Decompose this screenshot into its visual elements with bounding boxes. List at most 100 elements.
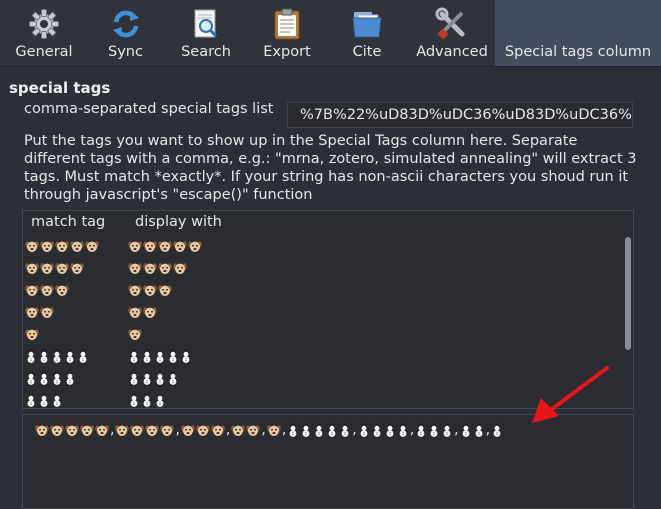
dog-face-icon xyxy=(25,306,39,318)
snowman-icon xyxy=(156,349,164,363)
snowman-icon xyxy=(27,349,35,363)
snowman-icon xyxy=(79,349,87,363)
snowman-icon xyxy=(130,349,138,363)
snowman-icon xyxy=(328,423,336,437)
dog-face-icon xyxy=(267,424,281,436)
tab-advanced-label: Advanced xyxy=(416,44,488,60)
snowman-icon xyxy=(417,423,425,437)
comma-separator: , xyxy=(352,422,357,438)
comma-separator: , xyxy=(175,422,180,438)
dog-face-icon xyxy=(25,284,39,296)
comma-separator: , xyxy=(261,422,266,438)
dog-face-icon xyxy=(143,262,157,274)
dog-face-icon xyxy=(55,284,69,296)
snowman-icon xyxy=(341,423,349,437)
folder-icon xyxy=(352,12,382,38)
match-tag-cell xyxy=(25,257,85,279)
match-tag-cell xyxy=(25,389,64,408)
snowman-icon xyxy=(289,423,297,437)
display-with-cell xyxy=(128,367,180,389)
table-row[interactable] xyxy=(23,345,621,367)
dog-face-icon xyxy=(55,240,69,252)
dog-face-icon xyxy=(160,424,175,436)
display-with-cell xyxy=(128,389,167,408)
table-scrollbar[interactable] xyxy=(625,237,631,350)
tab-export[interactable]: Export xyxy=(249,0,325,66)
match-tag-cell xyxy=(25,301,55,323)
special-tags-output[interactable]: ,,,,,,,,, xyxy=(22,414,634,509)
snowman-icon xyxy=(143,393,151,407)
dog-face-icon xyxy=(143,306,157,318)
dog-face-icon xyxy=(40,284,54,296)
table-row[interactable] xyxy=(23,323,621,345)
dog-face-icon xyxy=(158,262,172,274)
dog-face-icon xyxy=(196,424,210,436)
snowman-icon xyxy=(430,423,438,437)
snowman-icon xyxy=(315,423,323,437)
tab-special-tags-column[interactable]: Special tags column xyxy=(495,0,661,66)
display-with-cell xyxy=(128,257,188,279)
dog-face-icon xyxy=(25,262,39,274)
snowman-icon xyxy=(386,423,394,437)
table-row[interactable] xyxy=(23,257,621,279)
snowman-icon xyxy=(130,371,138,385)
snowman-icon xyxy=(360,423,368,437)
tab-sync-label: Sync xyxy=(108,44,143,60)
display-with-cell xyxy=(128,235,203,257)
comma-separator: , xyxy=(409,422,415,438)
tab-advanced[interactable]: Advanced xyxy=(409,0,495,66)
snowman-icon xyxy=(169,349,177,363)
snowman-icon xyxy=(66,371,74,385)
comma-separator: , xyxy=(454,422,459,438)
dog-face-icon xyxy=(188,240,202,252)
dog-face-icon xyxy=(85,240,99,252)
snowman-icon xyxy=(156,371,164,385)
display-with-cell xyxy=(128,323,143,345)
column-header-display-with: display with xyxy=(135,214,222,230)
table-row[interactable] xyxy=(23,235,621,257)
special-tags-table[interactable]: match tag display with xyxy=(22,210,634,409)
special-tags-list-input[interactable] xyxy=(287,102,633,128)
dog-face-icon xyxy=(145,424,160,436)
snowman-icon xyxy=(399,423,407,437)
tab-sync[interactable]: Sync xyxy=(88,0,163,66)
snowman-icon xyxy=(66,349,74,363)
comma-separator: , xyxy=(225,422,231,438)
dog-face-icon xyxy=(173,262,187,274)
snowman-icon xyxy=(40,349,48,363)
dog-face-icon xyxy=(70,240,84,252)
dog-face-icon xyxy=(128,262,142,274)
display-with-cell xyxy=(128,279,173,301)
table-row[interactable] xyxy=(23,389,621,408)
clipboard-icon xyxy=(274,8,300,40)
snowman-icon xyxy=(143,349,151,363)
dog-face-icon xyxy=(80,424,94,436)
table-row[interactable] xyxy=(23,301,621,323)
tab-cite[interactable]: Cite xyxy=(325,0,409,66)
snowman-icon xyxy=(156,393,164,407)
dog-face-icon xyxy=(95,424,109,436)
table-row[interactable] xyxy=(23,367,621,389)
tab-search-label: Search xyxy=(181,44,231,60)
tab-general[interactable]: General xyxy=(0,0,88,66)
match-tag-cell xyxy=(25,367,77,389)
dog-face-icon xyxy=(40,240,54,252)
comma-separator: , xyxy=(485,422,491,438)
dog-face-icon xyxy=(143,284,157,296)
tab-search[interactable]: Search xyxy=(163,0,249,66)
dog-face-icon xyxy=(128,328,142,340)
column-header-match-tag: match tag xyxy=(31,214,106,230)
dog-face-icon xyxy=(128,240,142,252)
preferences-toolbar: General Sync Search Export Cite Advanced… xyxy=(0,0,661,67)
dog-face-icon xyxy=(158,240,172,252)
tab-special-tags-column-label: Special tags column xyxy=(504,44,652,60)
snowman-icon xyxy=(27,393,35,407)
table-row[interactable] xyxy=(23,279,621,301)
dog-face-icon xyxy=(158,284,172,296)
dog-face-icon xyxy=(65,424,79,436)
dog-face-icon xyxy=(231,424,246,436)
dog-face-icon xyxy=(70,262,84,274)
special-tags-description: Put the tags you want to show up in the … xyxy=(24,133,637,203)
dog-face-icon xyxy=(25,240,39,252)
dog-face-icon xyxy=(181,424,195,436)
